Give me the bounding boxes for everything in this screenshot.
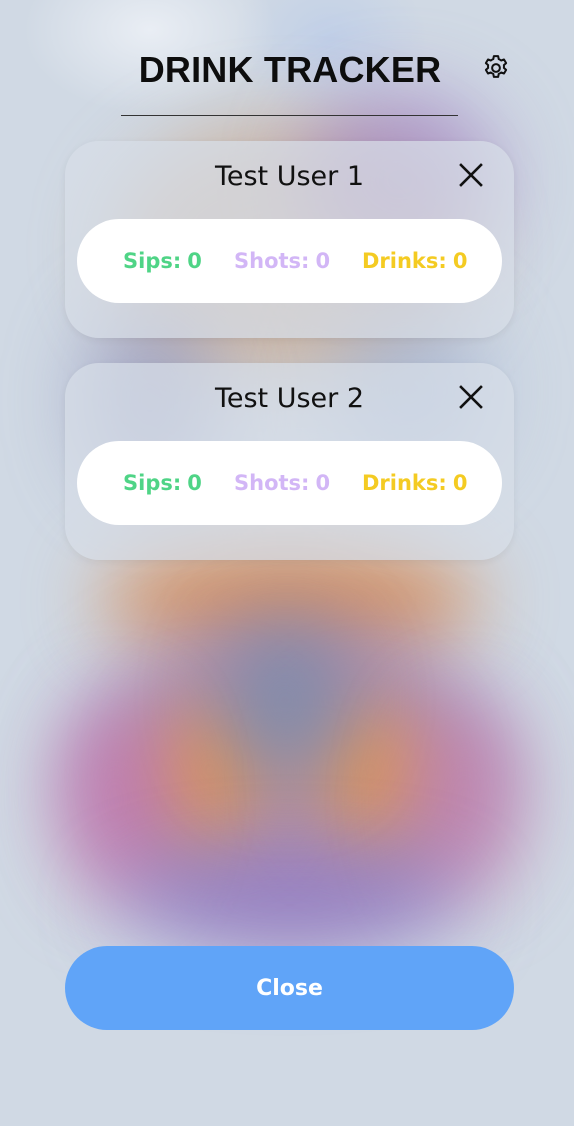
stats-pill: Sips: 0 Shots: 0 Drinks: 0: [77, 219, 502, 303]
sips-value: 0: [187, 249, 202, 273]
stats-pill: Sips: 0 Shots: 0 Drinks: 0: [77, 441, 502, 525]
shots-label: Shots:: [234, 249, 310, 273]
sips-stat: Sips: 0: [123, 219, 202, 303]
shots-stat: Shots: 0: [234, 219, 330, 303]
remove-user-button[interactable]: [453, 157, 489, 193]
user-card: Test User 2 Sips: 0 Shots: 0 Drinks: 0: [65, 363, 514, 560]
title-divider: [121, 115, 458, 116]
sips-label: Sips:: [123, 249, 182, 273]
remove-user-button[interactable]: [453, 379, 489, 415]
close-icon: [459, 163, 483, 187]
drinks-value: 0: [452, 249, 468, 273]
gear-icon: [484, 55, 508, 78]
close-icon: [459, 385, 483, 409]
user-card: Test User 1 Sips: 0 Shots: 0 Drinks: 0: [65, 141, 514, 338]
close-button[interactable]: Close: [65, 946, 514, 1030]
sips-stat: Sips: 0: [123, 441, 202, 525]
drinks-stat: Drinks: 0: [362, 441, 467, 525]
drinks-label: Drinks:: [362, 249, 447, 273]
drinks-stat: Drinks: 0: [362, 219, 467, 303]
sips-value: 0: [187, 471, 202, 495]
user-name: Test User 1: [214, 161, 365, 192]
shots-stat: Shots: 0: [234, 441, 330, 525]
shots-value: 0: [315, 471, 331, 495]
settings-button[interactable]: [479, 51, 513, 85]
page-title: DRINK TRACKER: [138, 49, 442, 90]
sips-label: Sips:: [123, 471, 182, 495]
shots-label: Shots:: [234, 471, 310, 495]
drinks-label: Drinks:: [362, 471, 447, 495]
drinks-value: 0: [452, 471, 468, 495]
drink-tracker-panel: DRINK TRACKER Test User 1 Sips: 0 Shots: 0…: [0, 0, 574, 1126]
shots-value: 0: [315, 249, 331, 273]
user-name: Test User 2: [214, 383, 365, 414]
